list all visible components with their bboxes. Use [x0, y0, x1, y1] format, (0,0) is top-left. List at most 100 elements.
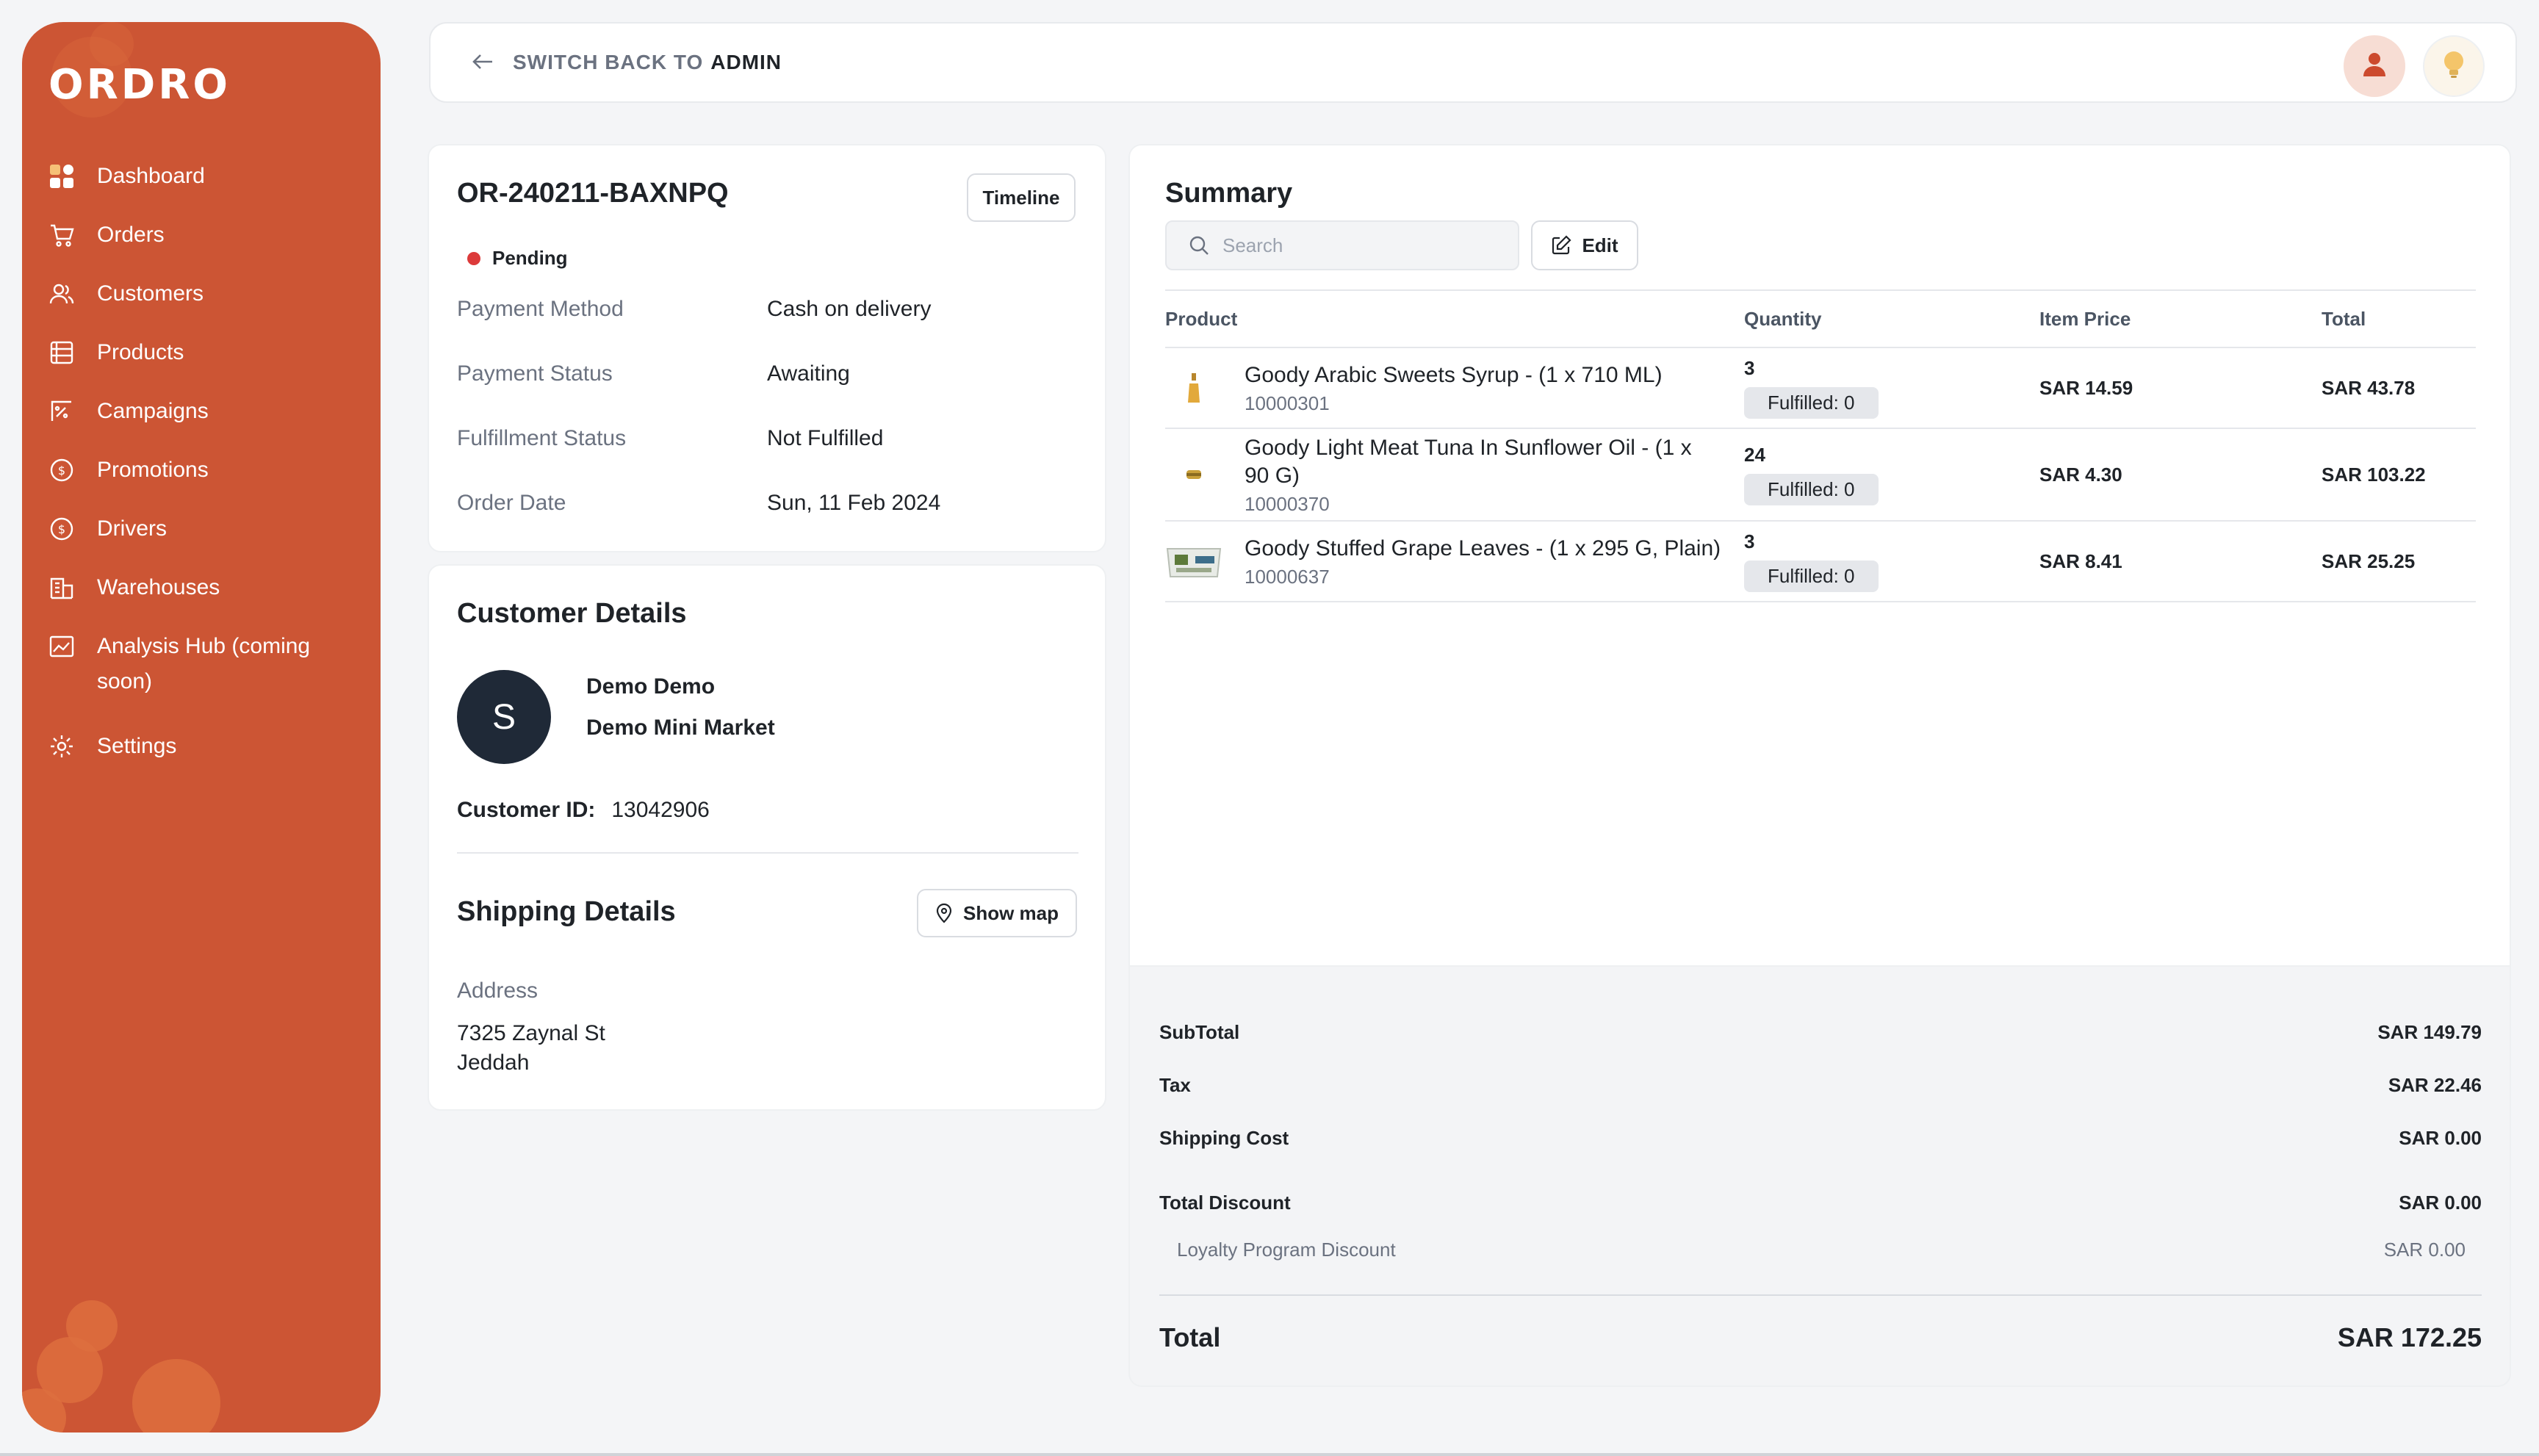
- grand-total-value: SAR 172.25: [2337, 1322, 2482, 1352]
- box-icon: [48, 335, 75, 370]
- total-discount-value: SAR 0.00: [2399, 1192, 2482, 1214]
- order-overview-card: OR-240211-BAXNPQ Timeline Pending Paymen…: [428, 144, 1106, 552]
- table-header-row: Product Quantity Item Price Total: [1165, 289, 2476, 348]
- customer-details-title: Customer Details: [457, 598, 687, 629]
- product-sku: 10000301: [1245, 392, 1330, 414]
- status-dot: [467, 251, 480, 265]
- item-price: SAR 4.30: [2039, 428, 2322, 522]
- table-row[interactable]: Goody Light Meat Tuna In Sunflower Oil -…: [1165, 428, 2476, 522]
- sidebar-item-label: Promotions: [97, 458, 209, 482]
- timeline-button[interactable]: Timeline: [967, 173, 1076, 222]
- fulfilled-badge: Fulfilled: 0: [1744, 387, 1879, 419]
- customer-id-label: Customer ID:: [457, 798, 596, 822]
- user-profile-button[interactable]: [2344, 35, 2405, 97]
- field-value: Awaiting: [767, 361, 850, 386]
- fulfillment-status-row: Fulfillment Status Not Fulfilled: [457, 426, 883, 451]
- window-bottom-border: [0, 1453, 2539, 1456]
- sidebar-item-warehouses[interactable]: Warehouses: [48, 570, 357, 605]
- decor-blob: [132, 1359, 220, 1432]
- sidebar-item-customers[interactable]: Customers: [48, 276, 357, 311]
- item-price: SAR 14.59: [2039, 347, 2322, 429]
- shipping-cost-value: SAR 0.00: [2399, 1127, 2482, 1149]
- fulfilled-badge: Fulfilled: 0: [1744, 561, 1879, 592]
- item-total: SAR 43.78: [2322, 347, 2476, 429]
- users-icon: [48, 276, 75, 311]
- order-date-row: Order Date Sun, 11 Feb 2024: [457, 491, 940, 516]
- divider: [1159, 1294, 2482, 1296]
- sidebar-item-drivers[interactable]: $ Drivers: [48, 511, 357, 547]
- payment-method-row: Payment Method Cash on delivery: [457, 297, 931, 322]
- loyalty-discount-row: Loyalty Program Discount SAR 0.00: [1177, 1239, 2466, 1261]
- product-name: Goody Light Meat Tuna In Sunflower Oil -…: [1245, 435, 1692, 488]
- fulfilled-badge: Fulfilled: 0: [1744, 474, 1879, 505]
- sidebar-item-label: Analysis Hub (coming soon): [97, 634, 311, 693]
- warehouse-icon: [48, 570, 75, 605]
- sidebar-item-label: Dashboard: [97, 164, 205, 188]
- map-pin-icon: [936, 903, 952, 923]
- subtotal-row: SubTotal SAR 149.79: [1159, 1021, 2482, 1044]
- dashboard-icon: [48, 159, 75, 194]
- address-line: 7325 Zaynal St: [457, 1021, 605, 1045]
- quantity-cell: 3 Fulfilled: 0: [1744, 521, 2039, 602]
- sidebar-item-dashboard[interactable]: Dashboard: [48, 159, 357, 194]
- divider: [457, 852, 1078, 854]
- theme-toggle-button[interactable]: [2423, 35, 2485, 97]
- product-cell: Goody Stuffed Grape Leaves - (1 x 295 G,…: [1165, 521, 1744, 602]
- sidebar-item-orders[interactable]: Orders: [48, 217, 357, 253]
- total-discount-row: Total Discount SAR 0.00: [1159, 1192, 2482, 1214]
- status-text: Pending: [492, 247, 568, 269]
- svg-text:$: $: [58, 464, 65, 477]
- sidebar-item-label: Settings: [97, 734, 177, 758]
- product-thumbnail: [1165, 449, 1222, 500]
- tax-value: SAR 22.46: [2388, 1074, 2482, 1096]
- sidebar-item-label: Warehouses: [97, 575, 220, 599]
- sidebar-item-label: Products: [97, 340, 184, 364]
- quantity-value: 3: [1744, 530, 1755, 552]
- logo-text: ORDRO: [48, 60, 231, 109]
- item-price: SAR 8.41: [2039, 521, 2322, 602]
- campaign-icon: [48, 394, 75, 429]
- user-icon: [2362, 51, 2387, 82]
- product-sku: 10000370: [1245, 492, 1330, 515]
- gear-icon: [48, 729, 75, 764]
- shipping-cost-label: Shipping Cost: [1159, 1127, 1289, 1149]
- edit-button[interactable]: Edit: [1531, 220, 1638, 270]
- svg-text:$: $: [58, 522, 65, 536]
- product-thumbnail: [1165, 536, 1222, 587]
- product-sku: 10000637: [1245, 565, 1330, 588]
- brand-logo[interactable]: ORDRO: [48, 60, 231, 109]
- shipping-details-title: Shipping Details: [457, 896, 676, 927]
- sidebar-item-promotions[interactable]: $ Promotions: [48, 453, 357, 488]
- customer-name: Demo Demo: [586, 674, 716, 699]
- edit-label: Edit: [1582, 234, 1618, 256]
- customer-details-card: Customer Details S Demo Demo Demo Mini M…: [428, 564, 1106, 1111]
- sidebar-item-products[interactable]: Products: [48, 335, 357, 370]
- sidebar-item-analysis-hub[interactable]: Analysis Hub (coming soon): [48, 629, 357, 699]
- switch-target-text: ADMIN: [710, 51, 782, 73]
- column-header: Product: [1165, 289, 1744, 348]
- sidebar-item-label: Orders: [97, 223, 165, 247]
- sidebar-item-label: Customers: [97, 281, 204, 306]
- product-thumbnail: [1165, 362, 1222, 414]
- shipping-cost-row: Shipping Cost SAR 0.00: [1159, 1127, 2482, 1150]
- field-value: Not Fulfilled: [767, 426, 884, 450]
- loyalty-discount-label: Loyalty Program Discount: [1177, 1239, 1396, 1261]
- decor-blob: [90, 22, 134, 66]
- quantity-value: 3: [1744, 357, 1755, 379]
- total-discount-label: Total Discount: [1159, 1192, 1291, 1214]
- customer-id: Customer ID: 13042906: [457, 798, 710, 823]
- sidebar-item-settings[interactable]: Settings: [48, 729, 357, 764]
- column-header: Quantity: [1744, 289, 2039, 348]
- product-name: Goody Stuffed Grape Leaves - (1 x 295 G,…: [1245, 536, 1721, 561]
- subtotal-label: SubTotal: [1159, 1021, 1240, 1043]
- table-row[interactable]: Goody Arabic Sweets Syrup - (1 x 710 ML)…: [1165, 347, 2476, 429]
- sidebar-item-campaigns[interactable]: Campaigns: [48, 394, 357, 429]
- product-cell: Goody Arabic Sweets Syrup - (1 x 710 ML)…: [1165, 347, 1744, 429]
- show-map-button[interactable]: Show map: [917, 889, 1077, 937]
- top-bar: SWITCH BACK TO ADMIN: [429, 22, 2517, 103]
- quantity-cell: 3 Fulfilled: 0: [1744, 347, 2039, 429]
- table-row[interactable]: Goody Stuffed Grape Leaves - (1 x 295 G,…: [1165, 521, 2476, 602]
- search-input[interactable]: [1222, 234, 1502, 257]
- switch-back-to-admin-link[interactable]: SWITCH BACK TO ADMIN: [472, 50, 782, 75]
- order-summary-card: Summary Edit Product Quantity Item Price…: [1128, 144, 2511, 967]
